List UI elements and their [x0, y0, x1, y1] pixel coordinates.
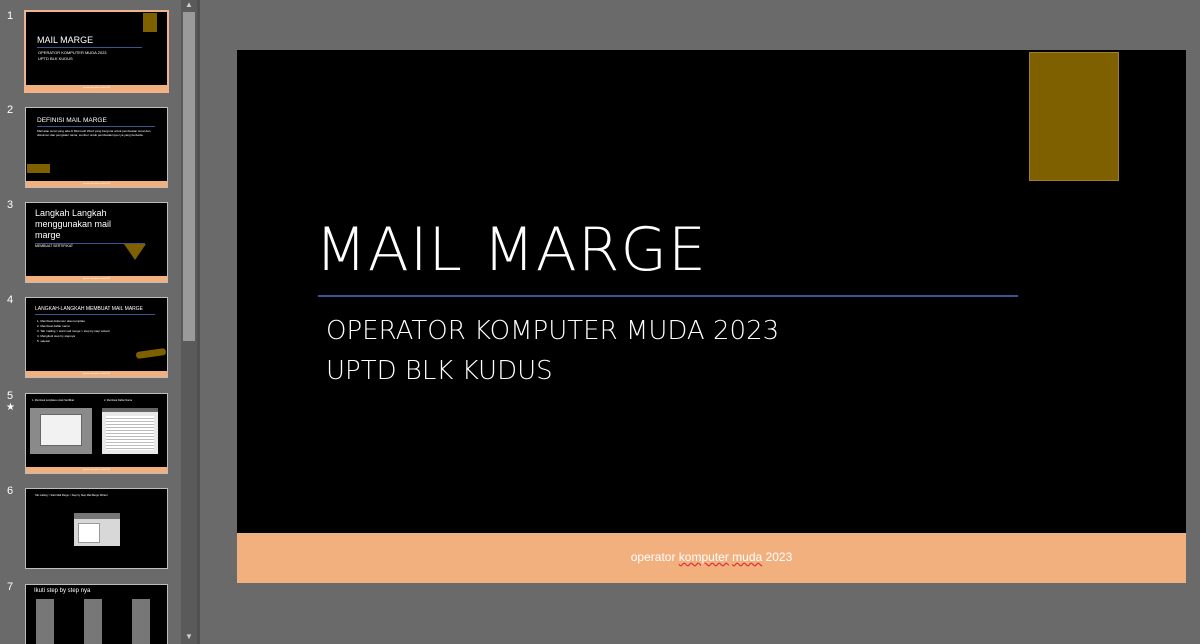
thumb-screenshot-left — [30, 408, 92, 454]
thumb-footer: operator komputer muda 2023 — [26, 467, 167, 473]
thumb-title: MAIL MARGE — [37, 35, 94, 45]
thumb-title-line — [37, 126, 155, 127]
thumb-body: Mail atau surat yang ada di Microsoft Wo… — [37, 129, 151, 137]
thumb-title-line — [37, 47, 142, 48]
thumb-title: Langkah Langkah menggunakan mail marge — [35, 208, 112, 240]
thumb-subtitle-2: UPTD BLK KUDUS — [38, 56, 73, 61]
panel-splitter[interactable] — [197, 0, 200, 644]
thumb-subtitle-1: OPERATOR KOMPUTER MUDA 2023 — [38, 50, 107, 55]
scroll-up-arrow-icon[interactable]: ▲ — [183, 0, 195, 10]
scroll-down-arrow-icon[interactable]: ▼ — [183, 632, 195, 642]
thumb-subtitle: MEMBUAT SERTIFIKAT — [35, 244, 74, 248]
main-slide-canvas[interactable]: MAIL MARGE OPERATOR KOMPUTER MUDA 2023 U… — [237, 50, 1186, 583]
thumb-title: Ikuti step by step nya — [34, 588, 91, 594]
thumb-caption-right: 2. Membuat Daftar Nama — [104, 399, 133, 402]
thumb-title-line — [35, 314, 155, 315]
slide-number-4: 4 — [7, 294, 14, 306]
thumb-footer: operator komputer muda 2023 — [26, 371, 167, 377]
thumb-screenshot-1 — [36, 599, 54, 644]
slide-number-5: 5 — [7, 390, 14, 402]
thumb-screenshot-2 — [84, 599, 102, 644]
slide-subtitle-line-2[interactable]: UPTD BLK KUDUS — [326, 356, 553, 386]
footer-word-spellcheck: muda — [732, 550, 763, 564]
slide-thumbnail-7[interactable]: Ikuti step by step nya — [25, 584, 168, 644]
thumb-footer: operator komputer muda 2023 — [26, 276, 167, 282]
title-underline — [318, 295, 1018, 297]
slide-thumbnail-2[interactable]: DEFINISI MAIL MARGE Mail atau surat yang… — [25, 107, 168, 188]
slide-number-2: 2 — [7, 104, 14, 116]
slide-title[interactable]: MAIL MARGE — [315, 215, 707, 285]
thumb-item-3: 3. Tab mailing > start mail merge > step… — [37, 329, 110, 333]
thumb-screenshot-3 — [132, 599, 150, 644]
thumb-item-4: 4. Mengikuti step by stepnya — [37, 334, 76, 338]
footer-word: operator — [630, 550, 676, 564]
footer-word-spellcheck: komputer — [678, 550, 729, 564]
thumb-caption: Tab mailing > Start Mail Merge > Step by… — [35, 494, 108, 497]
thumb-caption-left: 1. Membuat templates untuk Sertifikat — [32, 399, 74, 402]
animation-star-icon: ★ — [6, 402, 15, 413]
thumb-screenshot — [74, 513, 120, 546]
slide-thumbnail-5[interactable]: 1. Membuat templates untuk Sertifikat 2.… — [25, 393, 168, 474]
thumb-title: DEFINISI MAIL MARGE — [37, 117, 107, 124]
thumb-item-1: 1. Membuat dokumen atau template — [37, 319, 86, 323]
slide-thumbnail-6[interactable]: Tab mailing > Start Mail Merge > Step by… — [25, 488, 168, 569]
thumb-wave-shape — [135, 347, 167, 360]
slide-footer-text[interactable]: operator komputer muda 2023 — [237, 550, 1186, 564]
thumb-accent-rect — [143, 13, 157, 32]
thumb-item-5: 5. selesai — [37, 339, 50, 343]
slide-number-7: 7 — [7, 581, 14, 593]
accent-rectangle-shape[interactable] — [1029, 52, 1119, 181]
thumb-title: LANGKAH-LANGKAH MEMBUAT MAIL MARGE — [35, 306, 143, 312]
scrollbar-thumb[interactable] — [183, 12, 195, 341]
footer-word: 2023 — [765, 550, 793, 564]
thumb-accent-rect — [27, 164, 50, 173]
thumb-item-2: 2. Membuat daftar nama — [37, 324, 70, 328]
slide-thumbnail-1[interactable]: MAIL MARGE OPERATOR KOMPUTER MUDA 2023 U… — [24, 10, 169, 93]
slide-footer-band: operator komputer muda 2023 — [237, 533, 1186, 583]
slide-thumbnail-panel: 1 MAIL MARGE OPERATOR KOMPUTER MUDA 2023… — [0, 0, 181, 644]
slide-number-3: 3 — [7, 199, 14, 211]
slide-number-6: 6 — [7, 485, 14, 497]
slide-number-1: 1 — [7, 10, 14, 22]
thumb-triangle-shape — [124, 244, 146, 260]
slide-subtitle-line-1[interactable]: OPERATOR KOMPUTER MUDA 2023 — [326, 316, 779, 346]
slide-thumbnail-3[interactable]: Langkah Langkah menggunakan mail marge M… — [25, 202, 168, 283]
thumb-footer: operator komputer muda 2023 — [26, 85, 167, 91]
thumb-screenshot-right — [102, 408, 158, 454]
thumb-footer: operator komputer muda 2023 — [26, 181, 167, 187]
slide-thumbnail-4[interactable]: LANGKAH-LANGKAH MEMBUAT MAIL MARGE 1. Me… — [25, 297, 168, 378]
